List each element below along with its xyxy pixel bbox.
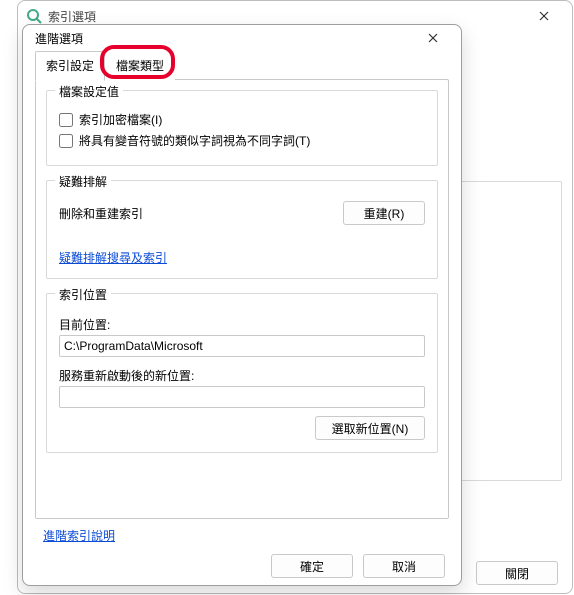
back-close-footer-button[interactable]: 關閉	[476, 561, 558, 585]
new-location-label: 服務重新啟動後的新位置:	[59, 367, 425, 384]
group-file-settings-title: 檔案設定值	[55, 83, 123, 100]
ok-button[interactable]: 確定	[271, 554, 353, 578]
rebuild-text: 刪除和重建索引	[59, 205, 143, 222]
checkbox-encrypt-label: 索引加密檔案(I)	[79, 111, 162, 128]
app-icon	[26, 8, 42, 24]
checkbox-diacritics[interactable]	[59, 134, 73, 148]
front-close-button[interactable]	[413, 25, 453, 51]
row-encrypt[interactable]: 索引加密檔案(I)	[59, 111, 425, 128]
row-diacritics[interactable]: 將具有變音符號的類似字詞視為不同字詞(T)	[59, 132, 425, 149]
tab-index-settings[interactable]: 索引設定	[35, 51, 105, 81]
rebuild-button[interactable]: 重建(R)	[343, 201, 425, 225]
advanced-options-dialog: 進階選項 索引設定 檔案類型 檔案設定值 索引加密檔案(I)	[22, 24, 462, 586]
checkbox-encrypt[interactable]	[59, 113, 73, 127]
cancel-button[interactable]: 取消	[363, 554, 445, 578]
checkbox-diacritics-label: 將具有變音符號的類似字詞視為不同字詞(T)	[79, 132, 310, 149]
front-footer: 進階索引說明 確定 取消	[23, 519, 461, 590]
choose-location-button[interactable]: 選取新位置(N)	[315, 416, 425, 440]
group-file-settings: 檔案設定值 索引加密檔案(I) 將具有變音符號的類似字詞視為不同字詞(T)	[46, 90, 438, 166]
tabstrip: 索引設定 檔案類型	[35, 51, 449, 80]
new-location-field[interactable]	[59, 386, 425, 408]
tab-file-types-label: 檔案類型	[116, 59, 164, 73]
tab-file-types[interactable]: 檔案類型	[105, 51, 175, 80]
front-titlebar: 進階選項	[23, 25, 461, 51]
group-location: 索引位置 目前位置: 服務重新啟動後的新位置: 選取新位置(N)	[46, 293, 438, 453]
current-location-label: 目前位置:	[59, 316, 425, 333]
group-troubleshoot-title: 疑難排解	[55, 173, 111, 190]
advanced-help-link[interactable]: 進階索引說明	[43, 529, 115, 543]
back-close-button[interactable]	[524, 2, 564, 30]
current-location-field[interactable]	[59, 335, 425, 357]
tab-index-settings-label: 索引設定	[46, 59, 94, 73]
back-title: 索引選項	[48, 8, 96, 25]
troubleshoot-help-link[interactable]: 疑難排解搜尋及索引	[59, 251, 167, 265]
group-location-title: 索引位置	[55, 286, 111, 303]
front-title: 進階選項	[35, 30, 83, 47]
tab-panel: 檔案設定值 索引加密檔案(I) 將具有變音符號的類似字詞視為不同字詞(T) 疑難…	[35, 79, 449, 519]
group-troubleshoot: 疑難排解 刪除和重建索引 重建(R) 疑難排解搜尋及索引	[46, 180, 438, 279]
